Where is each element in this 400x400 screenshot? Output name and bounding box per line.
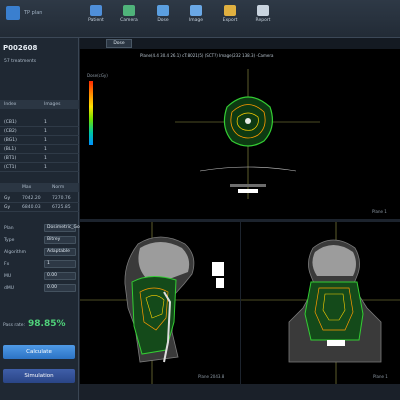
pass-rate-label: Pass rate: xyxy=(3,323,26,328)
structure-row[interactable]: (BT1) 1 xyxy=(0,154,79,163)
patient-icon xyxy=(90,5,102,16)
toolbar-export-button[interactable]: Export xyxy=(217,3,243,35)
report-icon xyxy=(257,5,269,16)
structure-value: 1 xyxy=(44,156,47,161)
folder-icon xyxy=(224,5,236,16)
app-window: TP plan Patient Camera Dose Image Export… xyxy=(0,0,400,400)
dose-row: Gy 7042.20 7270.76 xyxy=(0,194,79,203)
axial-info-text: Plane(4.4 30.4 26.1) cT:8021(5) (SCT?) I… xyxy=(140,53,274,58)
simulation-button[interactable]: Simulation xyxy=(3,369,75,383)
toolbar-patient-button[interactable]: Patient xyxy=(83,3,109,35)
dose-colorbar xyxy=(89,81,93,145)
algorithm-select[interactable]: Adaptable xyxy=(44,248,76,256)
toolbar-label: Image xyxy=(188,18,204,23)
colorbar-label: Dose(cGy) xyxy=(87,73,108,78)
setting-label: Type xyxy=(4,238,15,243)
toolbar-image-button[interactable]: Image xyxy=(183,3,209,35)
coronal-viewport[interactable]: Plane 1 xyxy=(241,222,400,384)
sagittal-plane-tag: Plane 2043.8 xyxy=(198,374,225,379)
structure-row[interactable]: (CT1) 1 xyxy=(0,163,79,172)
axial-image xyxy=(175,69,320,199)
tab-dose[interactable]: Dose xyxy=(106,39,132,48)
structures-header: Index Images xyxy=(0,100,79,109)
top-toolbar: TP plan Patient Camera Dose Image Export… xyxy=(0,0,400,38)
fx-field[interactable]: 1 xyxy=(44,260,76,268)
structure-value: 1 xyxy=(44,138,47,143)
calculate-button[interactable]: Calculate xyxy=(3,345,75,359)
structure-row[interactable]: (BG1) 1 xyxy=(0,136,79,145)
dose-max: 7042.20 xyxy=(22,196,41,201)
structure-value: 1 xyxy=(44,147,47,152)
structure-value: 1 xyxy=(44,120,47,125)
toolbar-label: Dose xyxy=(157,18,169,23)
coronal-image xyxy=(241,222,400,384)
structure-value: 1 xyxy=(44,129,47,134)
toolbar-label: Report xyxy=(255,18,271,23)
dose-label: Gy xyxy=(4,205,11,210)
structure-name: (CT1) xyxy=(4,165,17,170)
toolbar-dose-button[interactable]: Dose xyxy=(150,3,176,35)
app-title: TP plan xyxy=(24,10,43,16)
structure-name: (BT1) xyxy=(4,156,17,161)
dose-row: Gy 6840.03 6725.85 xyxy=(0,203,79,212)
setting-label: Plan xyxy=(4,226,14,231)
setting-label: Fx xyxy=(4,262,10,267)
image-icon xyxy=(190,5,202,16)
column-header: Norm xyxy=(52,185,65,190)
treatment-count: 57 treatments xyxy=(4,59,37,64)
type-select[interactable]: Bitrey xyxy=(44,236,76,244)
status-bar xyxy=(80,384,400,400)
structure-value: 1 xyxy=(44,165,47,170)
left-panel: P002608 57 treatments Index Images (CB1)… xyxy=(0,38,92,400)
camera-icon xyxy=(123,5,135,16)
toolbar-label: Camera xyxy=(120,18,138,23)
dose-max: 6840.03 xyxy=(22,205,41,210)
patient-id: P002608 xyxy=(3,44,38,52)
structure-row[interactable]: (CB1) 1 xyxy=(0,118,79,127)
dose-norm: 6725.85 xyxy=(52,205,71,210)
structure-row[interactable]: (CB2) 1 xyxy=(0,127,79,136)
dose-header: Max Norm xyxy=(0,183,79,192)
viewer-tabbar: Dose xyxy=(80,38,400,49)
toolbar-label: Export xyxy=(222,18,238,23)
setting-label: Algorithm xyxy=(4,250,27,255)
sagittal-viewport[interactable]: Plane 2043.8 xyxy=(80,222,240,384)
column-header: Images xyxy=(44,102,61,107)
dose-label: Gy xyxy=(4,196,11,201)
pass-rate-value: 98.85% xyxy=(28,319,66,329)
setting-label: dMU xyxy=(4,286,15,291)
coronal-plane-tag: Plane 1 xyxy=(373,374,388,379)
axial-plane-tag: Plane 1 xyxy=(372,209,387,214)
toolbar-label: Patient xyxy=(88,18,104,23)
column-header: Index xyxy=(4,102,17,107)
structure-name: (CB2) xyxy=(4,129,17,134)
dmu-field[interactable]: 0.00 xyxy=(44,284,76,292)
mu-field[interactable]: 0.00 xyxy=(44,272,76,280)
structure-name: (CB1) xyxy=(4,120,17,125)
dose-icon xyxy=(157,5,169,16)
structure-row[interactable]: (BL1) 1 xyxy=(0,145,79,154)
toolbar-camera-button[interactable]: Camera xyxy=(116,3,142,35)
app-logo-icon xyxy=(6,6,20,20)
axial-viewport[interactable]: Dose(cGy) Plane(4.4 30.4 26.1) cT:8021(5… xyxy=(80,49,400,219)
column-header: Max xyxy=(22,185,32,190)
setting-label: MU xyxy=(4,274,12,279)
brand: TP plan xyxy=(6,6,42,20)
dose-norm: 7270.76 xyxy=(52,196,71,201)
toolbar-report-button[interactable]: Report xyxy=(250,3,276,35)
structure-name: (BG1) xyxy=(4,138,17,143)
structure-name: (BL1) xyxy=(4,147,16,152)
sagittal-image xyxy=(80,222,240,384)
plan-select[interactable]: Dosimetric_Gold_V4 xyxy=(44,224,92,232)
